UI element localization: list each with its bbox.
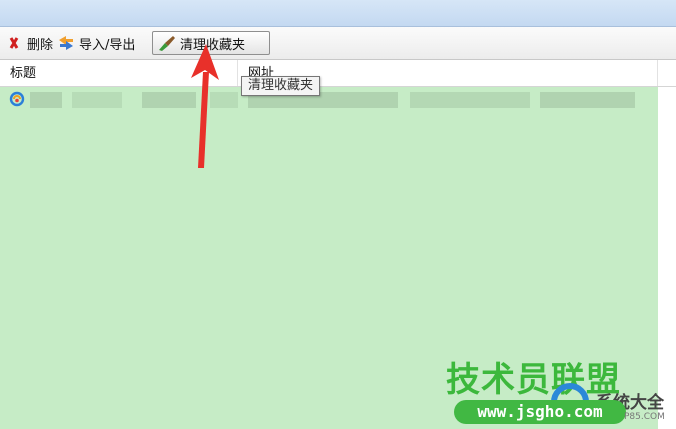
watermark-main: 技术员联盟 <box>446 360 621 400</box>
blurred-text <box>30 92 62 108</box>
toolbar: 删除 导入/导出 清理收藏夹 <box>0 27 676 60</box>
import-export-icon <box>56 33 76 53</box>
import-export-label: 导入/导出 <box>79 37 136 53</box>
list-header: 标题 网址 <box>0 60 676 87</box>
broom-icon <box>157 33 177 53</box>
tooltip: 清理收藏夹 <box>241 76 321 96</box>
import-export-button[interactable]: 导入/导出 <box>52 31 139 55</box>
delete-label: 删除 <box>27 37 54 53</box>
favicon-icon <box>9 91 25 111</box>
delete-button[interactable]: 删除 <box>0 31 57 55</box>
column-header-title[interactable]: 标题 <box>0 60 238 86</box>
clean-favorites-label: 清理收藏夹 <box>180 37 246 53</box>
blurred-text <box>72 92 122 108</box>
blurred-text <box>410 92 530 108</box>
window-titlebar <box>0 0 676 27</box>
blurred-text <box>142 92 196 108</box>
blurred-text <box>210 92 238 108</box>
watermark-small: P85.COM <box>624 412 665 422</box>
column-title-label: 标题 <box>10 66 37 81</box>
watermark-url: www.jsgho.com <box>454 400 626 424</box>
clean-favorites-button[interactable]: 清理收藏夹 <box>152 31 270 55</box>
watermark: 技术员联盟 系统大全 www.jsgho.com P85.COM <box>446 360 676 429</box>
blurred-text <box>540 92 635 108</box>
delete-icon <box>4 33 24 53</box>
